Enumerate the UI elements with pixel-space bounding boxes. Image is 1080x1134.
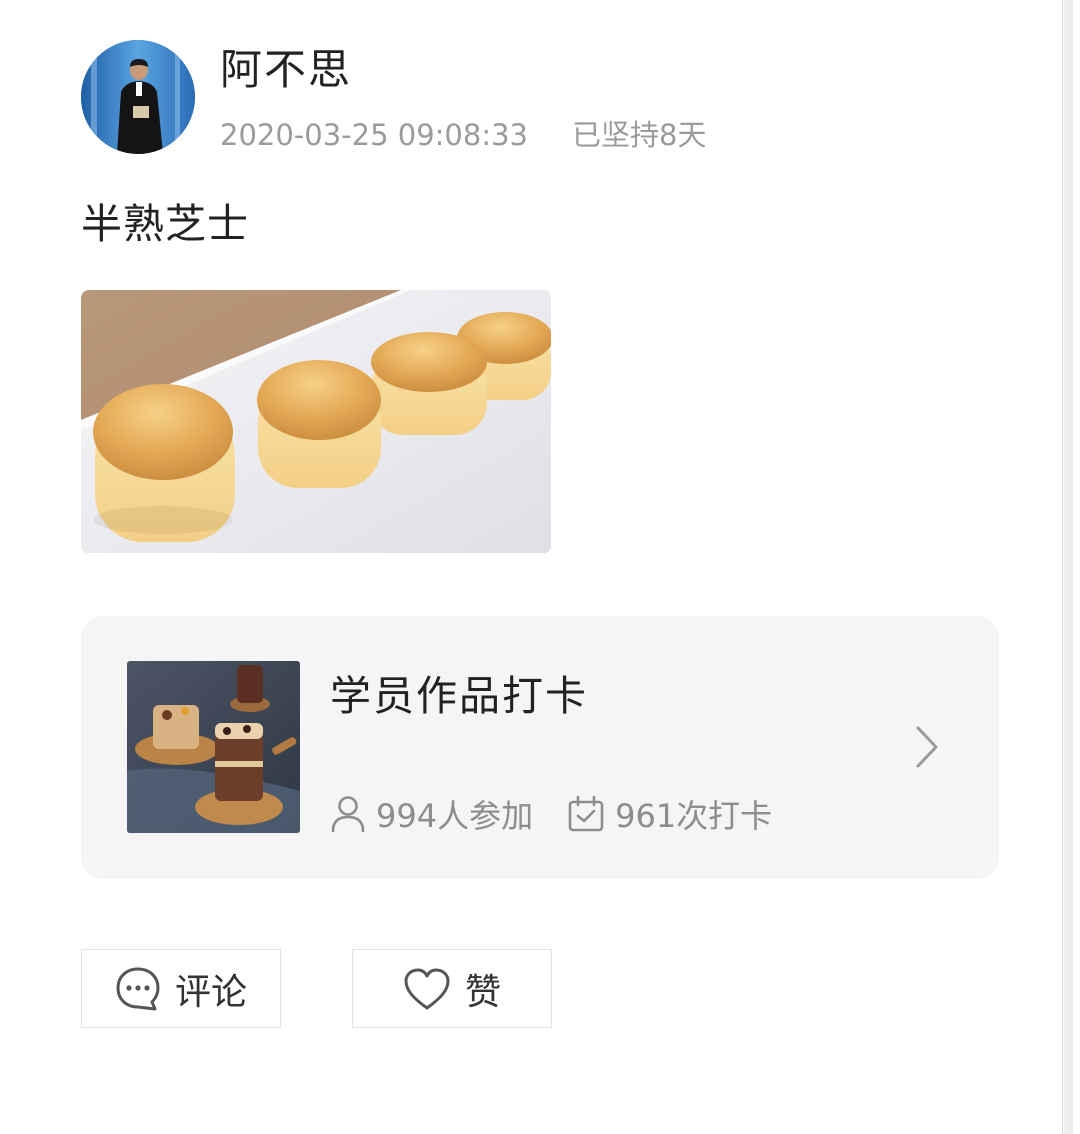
comment-label: 评论 [174,971,247,1013]
post-detail-page: 阿不思 2020-03-25 09:08:33 已坚持8天 半熟芝士 学员作品打… [0,0,1080,1134]
activity-card[interactable]: 学员作品打卡 994人参加 961次打卡 [81,616,999,879]
chat-bubble-icon [116,967,160,1010]
person-icon [331,796,365,833]
author-avatar[interactable] [81,40,195,154]
chevron-right-icon[interactable] [913,724,941,770]
scrollbar-track [1062,0,1073,1134]
participants-stat: 994人参加 [330,791,533,837]
activity-thumbnail [127,661,300,833]
like-button[interactable]: 赞 [352,949,552,1028]
streak-days: 已坚持8天 [572,118,707,152]
heart-icon [404,968,450,1009]
post-meta: 2020-03-25 09:08:33 已坚持8天 [220,114,706,156]
checkins-count: 961次打卡 [615,797,773,835]
post-text: 半熟芝士 [81,200,249,248]
post-timestamp: 2020-03-25 09:08:33 [220,118,528,152]
checkins-stat: 961次打卡 [567,791,772,837]
activity-title: 学员作品打卡 [330,672,588,720]
activity-stats: 994人参加 961次打卡 [330,792,772,836]
participants-count: 994人参加 [376,797,534,835]
calendar-check-icon [568,795,604,832]
author-name[interactable]: 阿不思 [220,42,352,98]
post-image[interactable] [81,290,551,553]
like-label: 赞 [464,971,501,1013]
comment-button[interactable]: 评论 [81,949,281,1028]
